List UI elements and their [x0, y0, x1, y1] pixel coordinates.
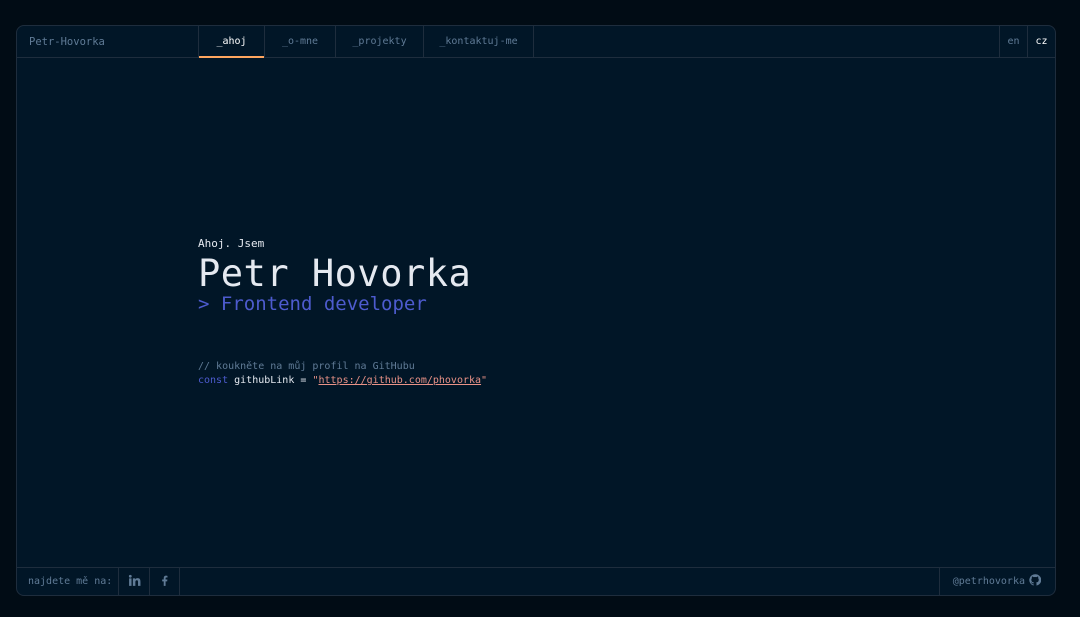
github-link[interactable]: https://github.com/phovorka — [318, 375, 481, 386]
find-me-label: najdete mě na: — [28, 576, 113, 587]
github-handle: @petrhovorka — [952, 576, 1025, 587]
top-navigation: Petr-Hovorka _ahoj _o-mne _projekty _kon… — [17, 26, 1055, 58]
code-operator: = — [300, 375, 307, 386]
nav-tabs: _ahoj _o-mne _projekty _kontaktuj-me — [198, 26, 999, 58]
github-profile-link[interactable]: @petrhovorka — [938, 568, 1055, 595]
facebook-link[interactable] — [149, 568, 180, 595]
code-quote-close: " — [481, 375, 488, 386]
linkedin-icon — [128, 572, 141, 591]
tab-projekty[interactable]: _projekty — [335, 26, 423, 57]
hero-section: Ahoj. Jsem Petr Hovorka > Frontend devel… — [198, 237, 471, 316]
code-snippet: // koukněte na můj profil na GitHubu con… — [198, 360, 487, 388]
facebook-icon — [158, 572, 171, 591]
code-variable: githubLink — [234, 375, 295, 386]
github-icon — [1029, 574, 1042, 589]
code-keyword: const — [198, 375, 229, 386]
tab-ahoj[interactable]: _ahoj — [198, 26, 264, 58]
code-comment: // koukněte na můj profil na GitHubu — [198, 361, 415, 372]
page-title: Petr Hovorka — [198, 252, 472, 295]
tab-kontaktuj-me[interactable]: _kontaktuj-me — [423, 26, 534, 57]
footer: najdete mě na: @petrhovorka — [17, 567, 1055, 595]
greeting-text: Ahoj. Jsem — [198, 237, 265, 250]
footer-spacer — [180, 568, 939, 595]
lang-en[interactable]: en — [999, 26, 1027, 57]
site-brand[interactable]: Petr-Hovorka — [17, 26, 198, 57]
tab-o-mne[interactable]: _o-mne — [264, 26, 335, 57]
portfolio-window: Petr-Hovorka _ahoj _o-mne _projekty _kon… — [16, 25, 1056, 596]
linkedin-link[interactable] — [118, 568, 149, 595]
lang-cz[interactable]: cz — [1027, 26, 1055, 57]
language-switcher: en cz — [999, 26, 1055, 57]
code-line: const githubLink = "https://github.com/p… — [198, 374, 487, 388]
